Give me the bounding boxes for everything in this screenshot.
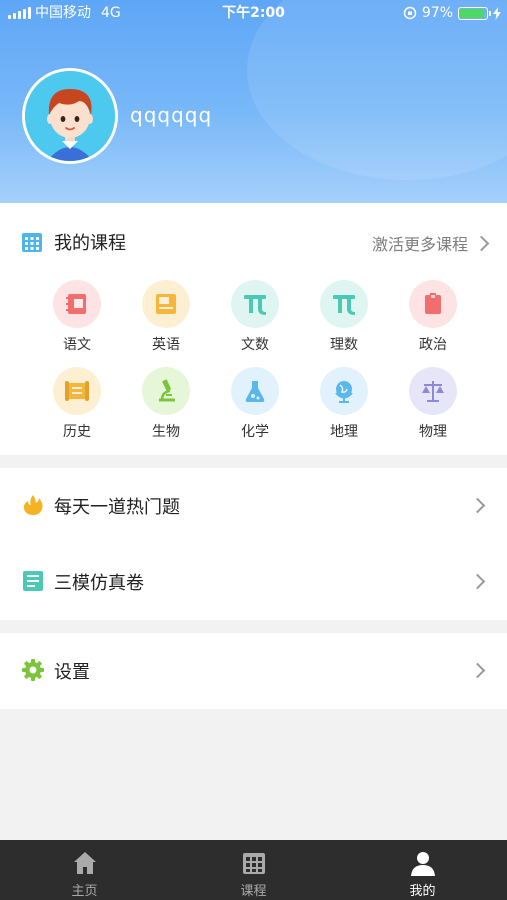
scroll-icon — [53, 367, 101, 415]
flame-icon — [23, 495, 43, 515]
chinese-book-icon — [53, 280, 101, 328]
subject-label: 政治 — [419, 337, 447, 353]
subject-chinese[interactable]: 语文 — [42, 280, 112, 354]
calendar-grid-icon — [22, 233, 42, 252]
calendar-grid-icon — [243, 853, 265, 874]
tab-courses[interactable]: 课程 — [169, 840, 338, 900]
chevron-right-icon — [473, 235, 490, 251]
subject-physics[interactable]: 物理 — [398, 367, 468, 441]
settings-card: 设置 — [0, 633, 507, 709]
tab-home-label: 主页 — [71, 884, 98, 899]
exam-paper-icon — [23, 571, 43, 591]
pi-icon — [320, 280, 368, 328]
english-book-icon — [142, 280, 190, 328]
activate-more-label: 激活更多课程 — [371, 235, 468, 254]
subject-label: 地理 — [330, 424, 358, 440]
subject-biology[interactable]: 生物 — [131, 367, 201, 441]
my-courses-card: 我的课程 激活更多课程 语文 英语 文数 理数 政治 历史 生物 化学 地理 物… — [0, 203, 507, 455]
tab-mine[interactable]: 我的 — [338, 840, 507, 900]
status-bar: 中国移动 4G 下午2:00 97% — [0, 0, 507, 26]
chevron-right-icon — [469, 573, 486, 590]
subject-history[interactable]: 历史 — [42, 367, 112, 441]
person-icon — [411, 852, 435, 876]
gear-icon — [22, 659, 44, 681]
scale-icon — [409, 367, 457, 415]
activate-more-courses-link[interactable]: 激活更多课程 — [371, 231, 490, 255]
hot-question-title: 每天一道热门题 — [54, 497, 180, 518]
subject-chemistry[interactable]: 化学 — [220, 367, 290, 441]
globe-icon — [320, 367, 368, 415]
mock-exam-row[interactable]: 三模仿真卷 — [0, 544, 507, 620]
boy-avatar-icon — [25, 71, 115, 161]
subject-geography[interactable]: 地理 — [309, 367, 379, 441]
settings-row[interactable]: 设置 — [0, 633, 507, 709]
subject-label: 物理 — [419, 424, 447, 440]
practice-menu-card: 每天一道热门题 三模仿真卷 — [0, 468, 507, 620]
red-book-icon — [409, 280, 457, 328]
battery-percent: 97% — [421, 5, 453, 21]
subject-label: 生物 — [152, 424, 180, 440]
username[interactable]: qqqqqq — [130, 103, 212, 127]
subject-label: 理数 — [330, 337, 358, 353]
tab-courses-label: 课程 — [240, 884, 267, 899]
charging-icon — [493, 6, 501, 20]
subject-politics[interactable]: 政治 — [398, 280, 468, 354]
subject-label: 英语 — [152, 337, 180, 353]
hot-question-row[interactable]: 每天一道热门题 — [0, 468, 507, 544]
microscope-icon — [142, 367, 190, 415]
avatar[interactable] — [22, 68, 118, 164]
subject-label: 化学 — [241, 424, 269, 440]
tab-mine-label: 我的 — [409, 884, 436, 899]
subject-english[interactable]: 英语 — [131, 280, 201, 354]
chevron-right-icon — [469, 497, 486, 514]
my-courses-title: 我的课程 — [54, 233, 126, 254]
mock-exam-title: 三模仿真卷 — [54, 573, 144, 594]
subject-science-math[interactable]: 理数 — [309, 280, 379, 354]
battery-icon — [458, 6, 491, 20]
rotation-lock-icon — [403, 6, 417, 20]
bottom-tab-bar: 主页 课程 我的 — [0, 840, 507, 900]
home-icon — [74, 852, 96, 874]
chevron-right-icon — [469, 662, 486, 679]
subject-label: 历史 — [63, 424, 91, 440]
profile-header: 中国移动 4G 下午2:00 97% qqqqqq — [0, 0, 507, 203]
settings-title: 设置 — [54, 662, 90, 683]
pi-icon — [231, 280, 279, 328]
subject-label: 文数 — [241, 337, 269, 353]
subject-label: 语文 — [63, 337, 91, 353]
subject-arts-math[interactable]: 文数 — [220, 280, 290, 354]
flask-icon — [231, 367, 279, 415]
tab-home[interactable]: 主页 — [0, 840, 169, 900]
